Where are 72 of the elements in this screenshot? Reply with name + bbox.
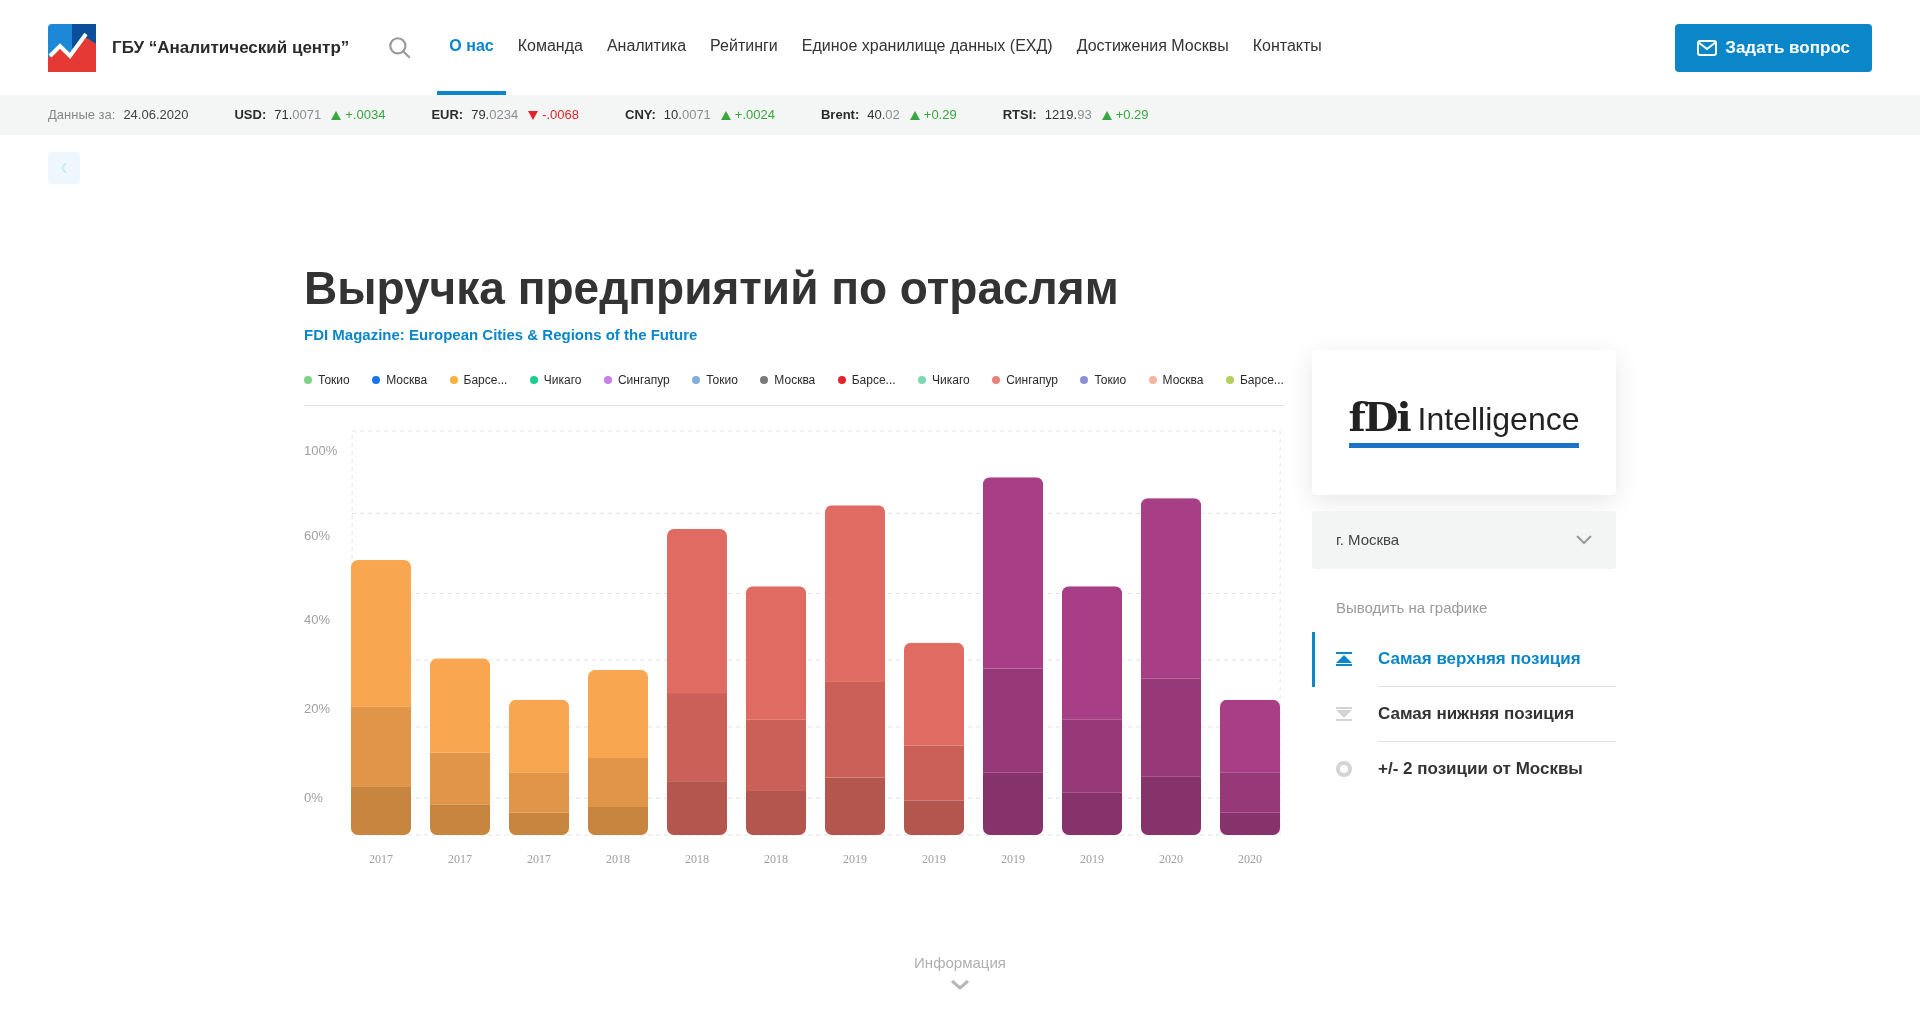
chevron-down-icon <box>1576 535 1592 545</box>
display-option[interactable]: +/- 2 позиции от Москвы <box>1312 741 1616 797</box>
legend-label: Москва <box>1162 371 1204 389</box>
nav-link[interactable]: Достижения Москвы <box>1064 0 1241 95</box>
logo-wordmark: Intelligence <box>1417 403 1580 437</box>
rate-value: 10.0071 <box>663 106 711 125</box>
rate-change: -.0068 <box>542 106 580 125</box>
x-axis-label: 2019 <box>1001 851 1025 866</box>
legend-label: Чикаго <box>932 371 970 389</box>
x-axis-label: 2020 <box>1159 851 1183 866</box>
rate-value: 71.0071 <box>274 106 322 125</box>
page-title: Выручка предприятий по отраслям <box>304 261 1120 316</box>
currency-label: RTSI: <box>1002 106 1037 125</box>
ring-icon <box>1336 761 1352 777</box>
nav-link[interactable]: Рейтинги <box>698 0 790 95</box>
organization-name: ГБУ “Аналитический центр” <box>112 36 350 59</box>
logo-mark: fDi <box>1348 397 1410 437</box>
legend-label: Москва <box>774 371 816 389</box>
date-value: 24.06.2020 <box>123 106 189 125</box>
date-label: Данные за: <box>48 106 116 125</box>
x-axis-label: 2018 <box>606 851 630 866</box>
legend-label: Чикаго <box>543 371 582 389</box>
y-axis-label: 60% <box>304 527 331 543</box>
nav-link[interactable]: Аналитика <box>594 0 699 95</box>
nav-link[interactable]: Единое хранилище данных (ЕХД) <box>789 0 1065 95</box>
x-axis-label: 2017 <box>448 851 472 866</box>
x-axis-label: 2019 <box>843 851 867 866</box>
nav-link[interactable]: Команда <box>505 0 595 95</box>
currency-label: EUR: <box>431 106 464 125</box>
legend-label: Токио <box>1094 371 1127 389</box>
display-option[interactable]: Самая нижняя позиция <box>1312 686 1616 742</box>
legend-label: Москва <box>386 371 428 389</box>
nav-link[interactable]: Контакты <box>1240 0 1334 95</box>
options-label: Выводить на графике <box>1336 598 1489 618</box>
chevron-left-icon <box>60 162 68 174</box>
envelope-icon <box>1697 39 1718 56</box>
x-axis-label: 2018 <box>685 851 709 866</box>
legend-label: Барсе... <box>1239 371 1284 389</box>
rate-value: 79.0234 <box>471 106 519 125</box>
currency-label: CNY: <box>625 106 656 125</box>
chevron-down-icon[interactable] <box>950 978 970 991</box>
arrow-to-top-icon <box>1336 651 1352 667</box>
x-axis-label: 2019 <box>922 851 946 866</box>
x-axis-label: 2020 <box>1238 851 1262 866</box>
rate-change: +.0024 <box>734 106 775 125</box>
city-dropdown[interactable]: г. Москва <box>1312 511 1616 569</box>
y-axis-label: 40% <box>304 611 331 627</box>
legend-label: Сингапур <box>1006 371 1058 389</box>
currency-label: USD: <box>234 106 267 125</box>
legend-label: Барсе... <box>851 371 896 389</box>
x-axis-label: 2018 <box>764 851 788 866</box>
currency-label: Brent: <box>820 106 860 125</box>
legend-label: Токио <box>706 371 738 389</box>
legend-label: Сингапур <box>617 371 670 389</box>
x-axis-label: 2017 <box>527 851 551 866</box>
rate-change: +0.29 <box>1115 106 1149 125</box>
rate-change: +.0034 <box>345 106 386 125</box>
rate-value: 40.02 <box>867 106 900 125</box>
logo-icon[interactable] <box>48 23 96 72</box>
x-axis-label: 2017 <box>369 851 393 866</box>
rate-value: 1219.93 <box>1044 106 1092 125</box>
display-option[interactable]: Самая верхняя позиция <box>1312 631 1616 687</box>
arrow-to-bottom-icon <box>1336 706 1352 722</box>
ask-question-button[interactable]: Задать вопрос <box>1675 23 1872 72</box>
subtitle: FDI Magazine: European Cities & Regions of the Future <box>304 325 699 345</box>
y-axis-label: 20% <box>304 700 331 716</box>
legend-label: Барсе... <box>463 371 508 389</box>
rate-change: +0.29 <box>923 106 957 125</box>
y-axis-label: 0% <box>304 789 323 805</box>
y-axis-label: 100% <box>304 442 338 458</box>
legend-label: Токио <box>318 371 350 389</box>
x-axis-label: 2019 <box>1080 851 1104 866</box>
